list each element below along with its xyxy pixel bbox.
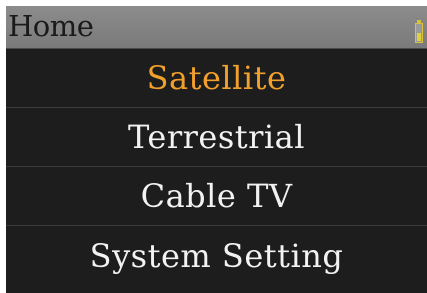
battery-icon (415, 20, 425, 44)
menu-item-cable-tv[interactable]: Cable TV (6, 167, 427, 226)
menu-item-satellite[interactable]: Satellite (6, 49, 427, 108)
home-screen: Home Satellite Terrestrial Cable TV Syst… (6, 6, 427, 293)
page-title: Home (8, 9, 94, 43)
menu-item-system-setting[interactable]: System Setting (6, 226, 427, 285)
main-menu: Satellite Terrestrial Cable TV System Se… (6, 49, 427, 285)
title-bar: Home (6, 6, 427, 49)
menu-item-terrestrial[interactable]: Terrestrial (6, 108, 427, 167)
